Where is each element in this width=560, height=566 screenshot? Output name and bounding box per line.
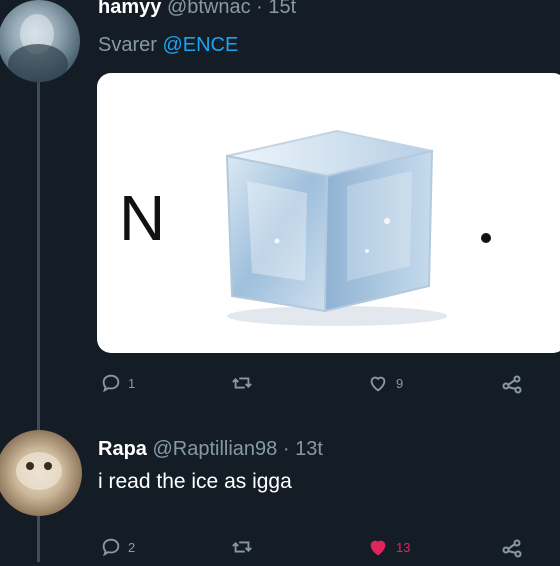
separator-dot: · xyxy=(282,438,290,460)
tweet-header: Rapa @Raptillian98 · 13t xyxy=(98,438,323,461)
avatar[interactable] xyxy=(0,0,80,82)
tweet-actions: 1 9 xyxy=(0,372,560,402)
share-button[interactable] xyxy=(500,372,524,396)
avatar-shadow xyxy=(8,44,68,82)
tweet-text: i read the ice as igga xyxy=(98,470,292,493)
retweet-button[interactable] xyxy=(230,536,260,558)
avatar[interactable] xyxy=(0,430,82,516)
avatar-eye xyxy=(44,462,52,470)
reply-icon xyxy=(102,538,120,557)
display-name[interactable]: Rapa xyxy=(98,438,147,460)
heart-icon xyxy=(370,540,386,556)
heart-icon xyxy=(370,376,386,392)
like-count: 9 xyxy=(396,375,404,391)
reply-icon xyxy=(102,374,120,393)
reply-button[interactable]: 1 xyxy=(100,372,135,394)
display-name[interactable]: hamyy xyxy=(98,0,161,18)
user-handle[interactable]: @btwnac xyxy=(167,0,251,18)
reply-count: 2 xyxy=(128,539,136,555)
tweet-image[interactable]: N xyxy=(97,73,560,353)
share-icon xyxy=(502,539,522,558)
meme-letter: N xyxy=(119,182,166,254)
retweet-icon xyxy=(232,377,252,389)
reply-button[interactable]: 2 xyxy=(100,536,135,558)
meme-period xyxy=(481,233,491,243)
separator-dot: · xyxy=(256,0,263,18)
like-button[interactable]: 13 xyxy=(366,536,410,558)
like-count: 13 xyxy=(396,539,411,555)
tweet-header: hamyy @btwnac · 15t xyxy=(98,0,296,19)
timestamp[interactable]: 15t xyxy=(268,0,296,18)
avatar-eye xyxy=(26,462,34,470)
user-handle[interactable]: @Raptillian98 xyxy=(152,438,277,460)
avatar-figure xyxy=(16,452,62,490)
retweet-icon xyxy=(232,541,252,553)
share-icon xyxy=(502,375,522,394)
tweet-actions: 2 13 xyxy=(0,536,560,566)
timestamp[interactable]: 13t xyxy=(295,438,323,460)
share-button[interactable] xyxy=(500,536,524,560)
reply-prefix: Svarer xyxy=(98,34,157,56)
retweet-button[interactable] xyxy=(230,372,260,394)
ice-cube-icon xyxy=(225,129,447,326)
reply-mention-link[interactable]: @ENCE xyxy=(162,34,238,56)
like-button[interactable]: 9 xyxy=(366,372,403,394)
reply-context: Svarer @ENCE xyxy=(98,34,238,57)
reply-count: 1 xyxy=(128,375,136,391)
